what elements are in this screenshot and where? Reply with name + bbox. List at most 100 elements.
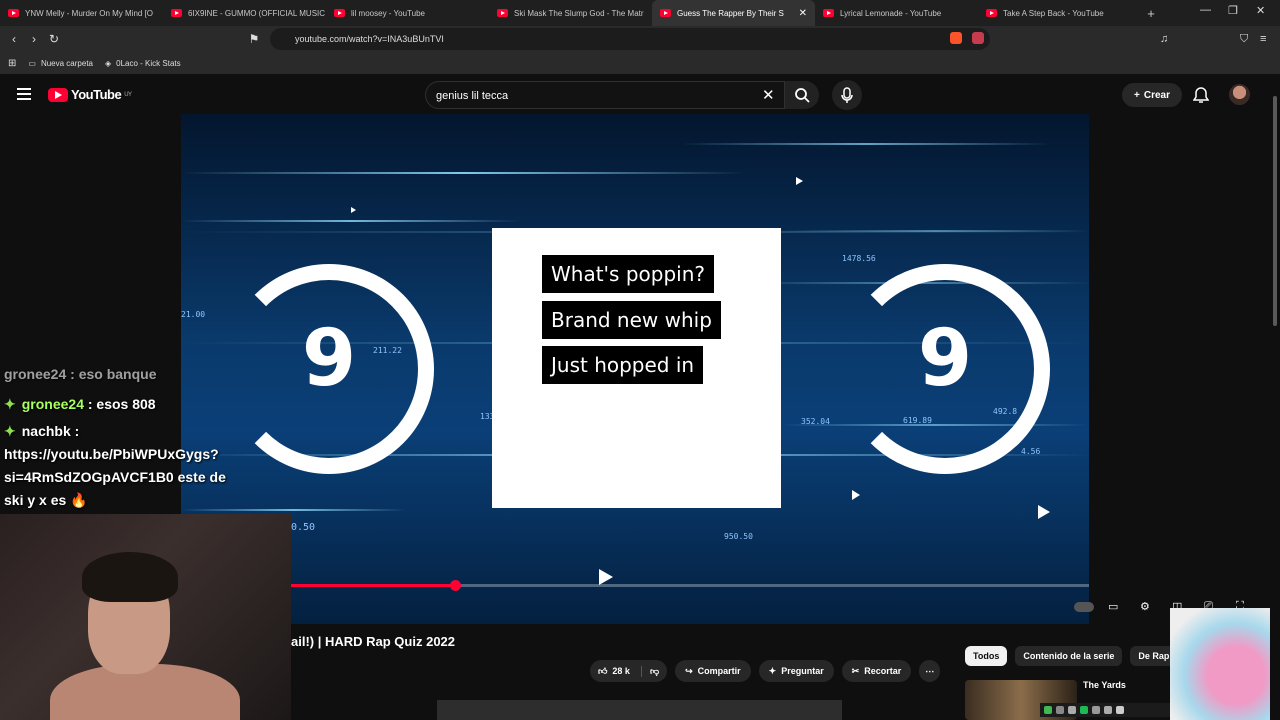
youtube-favicon-icon: [660, 9, 671, 17]
youtube-favicon-icon: [823, 9, 834, 17]
lyric-line: Just hopped in: [542, 346, 704, 384]
create-button[interactable]: + Crear: [1122, 83, 1182, 107]
kick-icon: ◈: [104, 58, 112, 68]
clear-search-icon[interactable]: ✕: [762, 86, 775, 104]
brave-shield-icon[interactable]: [950, 32, 962, 44]
account-avatar[interactable]: [1229, 84, 1250, 105]
rewards-icon[interactable]: [972, 32, 984, 44]
like-icon[interactable]: 👍︎: [598, 666, 607, 677]
recommended-title[interactable]: The Yards: [1083, 680, 1126, 690]
hud-number: 352.04: [801, 417, 830, 426]
fire-emoji-icon: 🔥: [70, 492, 88, 508]
dislike-icon[interactable]: 👎︎: [640, 665, 659, 677]
new-tab-plus-icon[interactable]: +: [1141, 6, 1161, 21]
stream-overlay-graphic: [1170, 608, 1280, 720]
browser-tab[interactable]: lil moosey - YouTube: [326, 0, 489, 26]
folder-icon: ▭: [28, 58, 36, 68]
hud-number: 4.56: [1021, 447, 1041, 456]
decorative-play-icon: [796, 177, 803, 185]
browser-tab-active[interactable]: Guess The Rapper By Their S ✕: [652, 0, 815, 26]
video-player[interactable]: 1478.56 211.22 21.00 140 133 352.04 619.…: [181, 114, 1089, 624]
browser-tab-bar: YNW Melly - Murder On My Mind [O 6IX9INE…: [0, 0, 1280, 26]
browser-tab[interactable]: Lyrical Lemonade - YouTube: [815, 0, 978, 26]
sparkle-icon: ✦: [768, 665, 777, 676]
decorative-play-icon: [1038, 505, 1050, 519]
scrollbar-thumb[interactable]: [1273, 96, 1277, 326]
tray-icon[interactable]: [1104, 706, 1112, 714]
youtube-logo[interactable]: YouTube UY: [48, 87, 132, 102]
search-icon: [795, 88, 810, 103]
progress-scrubber[interactable]: [449, 580, 461, 591]
youtube-favicon-icon: [497, 9, 508, 17]
url-field[interactable]: youtube.com/watch?v=INA3uBUnTVI: [270, 28, 990, 50]
description-bar: [437, 700, 842, 720]
reload-icon[interactable]: ↻: [44, 32, 64, 46]
filter-chips: Todos Contenido de la serie De Rap Ze: [965, 646, 1191, 666]
plus-icon: +: [1134, 89, 1140, 101]
system-tray: [1040, 703, 1170, 717]
decorative-play-icon: [852, 490, 860, 500]
forward-arrow-icon[interactable]: ›: [24, 32, 44, 46]
progress-bar[interactable]: [291, 580, 1089, 591]
voice-search-button[interactable]: [832, 80, 862, 110]
restore-icon[interactable]: ❐: [1228, 4, 1238, 17]
tray-icon[interactable]: [1068, 706, 1076, 714]
music-icon[interactable]: ♫: [1160, 33, 1168, 45]
share-button[interactable]: ↪ Compartir: [675, 660, 751, 682]
stream-chat-overlay: gronee24 : eso banque ✦ gronee24 : esos 8…: [0, 366, 290, 516]
play-icon[interactable]: [599, 569, 613, 585]
chat-message: ✦ nachbk :: [4, 423, 80, 439]
browser-tab[interactable]: YNW Melly - Murder On My Mind [O: [0, 0, 163, 26]
settings-gear-icon[interactable]: ⚙: [1140, 600, 1150, 613]
scissors-icon: ✂: [851, 665, 860, 676]
autoplay-toggle[interactable]: [1074, 602, 1094, 612]
clip-button[interactable]: ✂ Recortar: [841, 660, 912, 682]
page-scrollbar[interactable]: [1270, 76, 1280, 720]
bell-icon: [1192, 87, 1210, 103]
tray-icon[interactable]: [1044, 706, 1052, 714]
spotify-icon[interactable]: [1080, 706, 1088, 714]
like-dislike-group: 👍︎ 28 k 👎︎: [590, 660, 668, 682]
bookmark-link[interactable]: ◈ 0Laco - Kick Stats: [105, 59, 181, 68]
ask-button[interactable]: ✦ Preguntar: [758, 660, 834, 682]
bookmarks-bar: ⊞ ▭ Nueva carpeta ◈ 0Laco - Kick Stats: [0, 52, 1280, 74]
tray-icon[interactable]: [1092, 706, 1100, 714]
youtube-header: YouTube UY genius lil tecca ✕ + Crear: [0, 76, 1270, 114]
lyrics-card: What's poppin? Brand new whip Just hoppe…: [492, 228, 781, 508]
browser-tab[interactable]: 6IX9INE - GUMMO (OFFICIAL MUSIC: [163, 0, 326, 26]
more-dots-icon: ⋯: [925, 665, 935, 676]
chip-todos[interactable]: Todos: [965, 646, 1008, 666]
countdown-number-right: 9: [917, 314, 973, 404]
back-arrow-icon[interactable]: ‹: [4, 32, 24, 46]
youtube-favicon-icon: [986, 9, 997, 17]
search-input[interactable]: genius lil tecca: [425, 81, 785, 109]
lyric-line: Brand new whip: [542, 301, 721, 339]
window-close-icon[interactable]: ✕: [1256, 4, 1265, 17]
lyric-line: What's poppin?: [542, 255, 714, 293]
microphone-icon: [841, 87, 853, 103]
tray-icon[interactable]: [1116, 706, 1124, 714]
bookmark-folder[interactable]: ▭ Nueva carpeta: [28, 59, 93, 68]
browser-tab[interactable]: Ski Mask The Slump God - The Matr: [489, 0, 652, 26]
subtitles-icon[interactable]: ▭: [1108, 600, 1118, 613]
video-actions: 👍︎ 28 k 👎︎ ↪ Compartir ✦ Preguntar ✂ Recorta…: [590, 660, 941, 682]
shield-icon[interactable]: ⛉: [1240, 33, 1248, 46]
tray-icon[interactable]: [1056, 706, 1064, 714]
youtube-favicon-icon: [8, 9, 19, 17]
menu-icon[interactable]: ≡: [1260, 33, 1266, 45]
more-actions-button[interactable]: ⋯: [919, 660, 941, 682]
close-tab-icon[interactable]: ✕: [799, 8, 807, 19]
hamburger-menu-icon[interactable]: [17, 88, 31, 103]
browser-tab[interactable]: Take A Step Back - YouTube: [978, 0, 1141, 26]
minimize-icon[interactable]: —: [1200, 4, 1211, 16]
notifications-bell-icon[interactable]: [1192, 86, 1210, 109]
apps-grid-icon[interactable]: ⊞: [8, 58, 16, 69]
streamer-hair: [82, 552, 178, 602]
search-button[interactable]: [785, 81, 819, 109]
youtube-play-logo-icon: [48, 87, 68, 102]
youtube-favicon-icon: [171, 9, 182, 17]
webcam-overlay: [0, 514, 291, 720]
video-title: ail!) | HARD Rap Quiz 2022: [291, 634, 456, 649]
chip-series[interactable]: Contenido de la serie: [1015, 646, 1123, 666]
bookmark-icon[interactable]: ⚑: [244, 32, 264, 46]
